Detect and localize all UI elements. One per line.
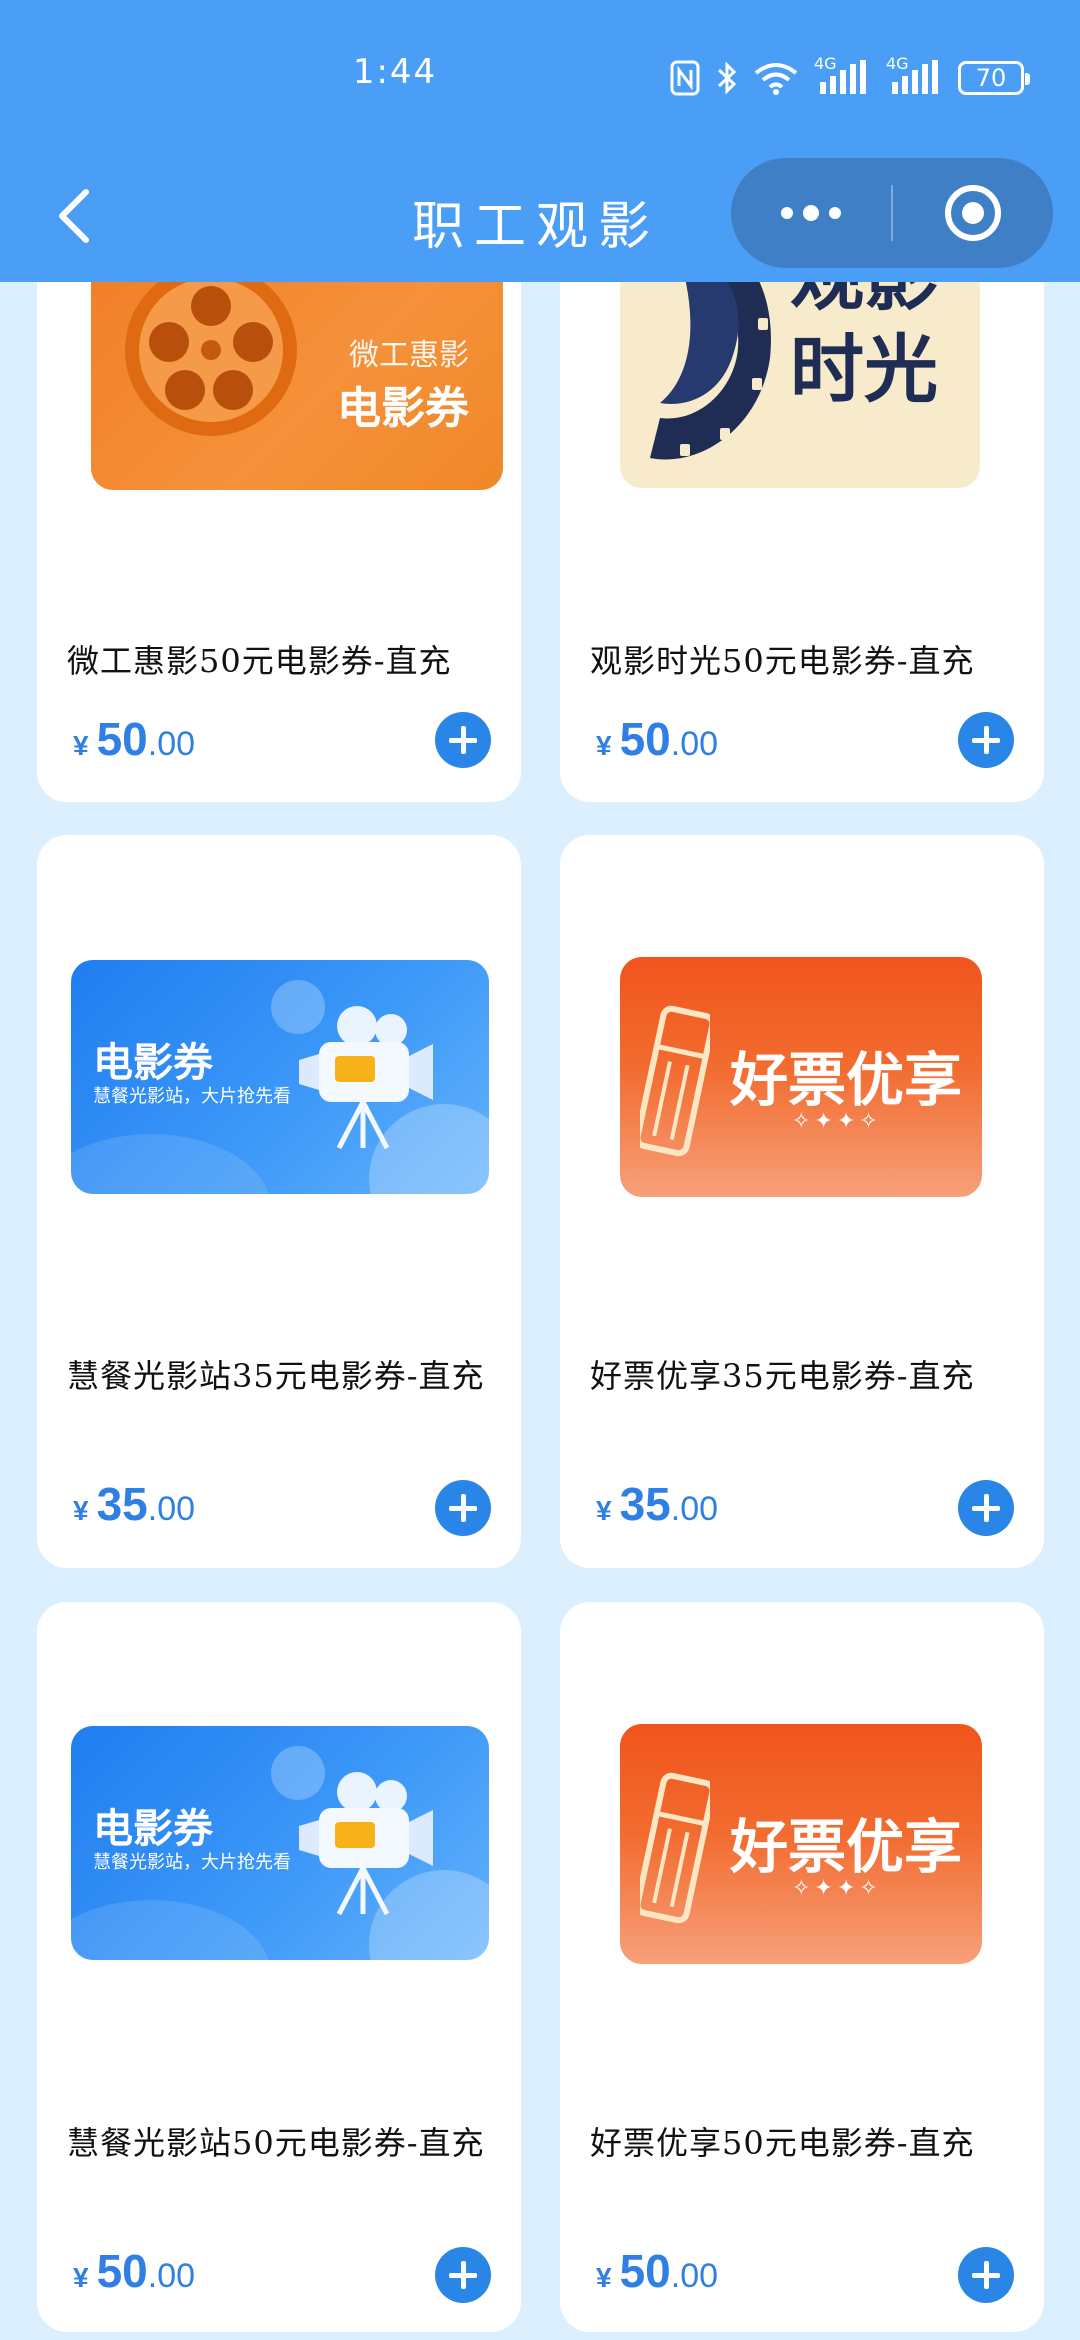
product-price: ¥50.00 [596,2245,719,2297]
product-card[interactable]: 电影券 慧餐光影站，大片抢先看 慧餐光影站35元电影券-直充 ¥35.00 [37,835,521,1568]
add-to-cart-button[interactable] [435,2247,491,2303]
banner-title: 好票优享 [730,1813,963,1881]
product-card[interactable]: 好票优享 ✧✦✦✧ 好票优享35元电影券-直充 ¥35.00 [560,835,1044,1568]
status-bar: 1:44 4G 4G 70 [0,0,1080,150]
banner-subtitle: 微工惠影 [349,338,469,373]
product-title: 观影时光50元电影券-直充 [590,642,975,680]
movie-camera-icon [299,1006,433,1150]
product-price: ¥50.00 [596,713,719,765]
add-to-cart-button[interactable] [958,1480,1014,1536]
close-mini-program-button[interactable] [893,158,1053,268]
nfc-icon [670,58,700,98]
product-price: ¥50.00 [73,2245,196,2297]
product-card[interactable]: 电影券 慧餐光影站，大片抢先看 慧餐光影站50元电影券-直充 ¥50.00 [37,1602,521,2332]
add-to-cart-button[interactable] [958,712,1014,768]
product-banner: 好票优享 ✧✦✦✧ [620,1724,982,1964]
battery-icon: 70 [958,61,1030,95]
bluetooth-icon [716,58,738,98]
add-to-cart-button[interactable] [958,2247,1014,2303]
product-banner: 电影券 慧餐光影站，大片抢先看 [71,960,489,1194]
banner-subtitle: 慧餐光影站，大片抢先看 [93,1852,291,1873]
banner-title: 电影券 [337,383,469,434]
ticket-icon [640,1772,710,1924]
sparkle-decoration: ✧✦✦✧ [792,1876,882,1901]
product-banner: 电影券 慧餐光影站，大片抢先看 [71,1726,489,1960]
product-title: 好票优享50元电影券-直充 [590,2124,975,2162]
banner-title: 电影券 [93,1806,213,1852]
product-price: ¥50.00 [73,713,196,765]
add-to-cart-button[interactable] [435,1480,491,1536]
product-title: 好票优享35元电影券-直充 [590,1357,975,1395]
product-title: 微工惠影50元电影券-直充 [67,642,452,680]
product-card[interactable]: 观影 时光 观影时光50元电影券-直充 ¥50.00 [560,200,1044,802]
product-card[interactable]: 好票优享 ✧✦✦✧ 好票优享50元电影券-直充 ¥50.00 [560,1602,1044,2332]
navigation-bar: 职工观影 [0,150,1080,282]
product-price: ¥35.00 [596,1478,719,1530]
movie-camera-icon [299,1772,433,1916]
product-price: ¥35.00 [73,1478,196,1530]
target-icon [945,185,1001,241]
status-icons: 4G 4G 70 [670,54,1030,100]
signal-icon: 4G [814,54,870,98]
ticket-icon [640,1005,710,1157]
more-icon [781,207,793,219]
top-bar: 1:44 4G 4G 70 职工观影 [0,0,1080,282]
more-button[interactable] [731,158,891,268]
banner-subtitle: 慧餐光影站，大片抢先看 [93,1086,291,1107]
product-title: 慧餐光影站50元电影券-直充 [67,2124,485,2162]
add-to-cart-button[interactable] [435,712,491,768]
mini-program-capsule [731,158,1053,268]
banner-title: 电影券 [93,1040,213,1086]
banner-title: 时光 [790,327,938,413]
product-banner: 好票优享 ✧✦✦✧ [620,957,982,1197]
product-title: 慧餐光影站35元电影券-直充 [67,1357,485,1395]
product-grid: 微工惠影 电影券 微工惠影50元电影券-直充 ¥50.00 时光 观影时光50元… [0,0,1080,2340]
sparkle-decoration: ✧✦✦✧ [792,1109,882,1134]
banner-title: 好票优享 [730,1046,963,1114]
wifi-icon [754,58,798,98]
product-card[interactable]: 微工惠影 电影券 微工惠影50元电影券-直充 ¥50.00 [37,200,521,802]
signal-icon: 4G [886,54,942,98]
